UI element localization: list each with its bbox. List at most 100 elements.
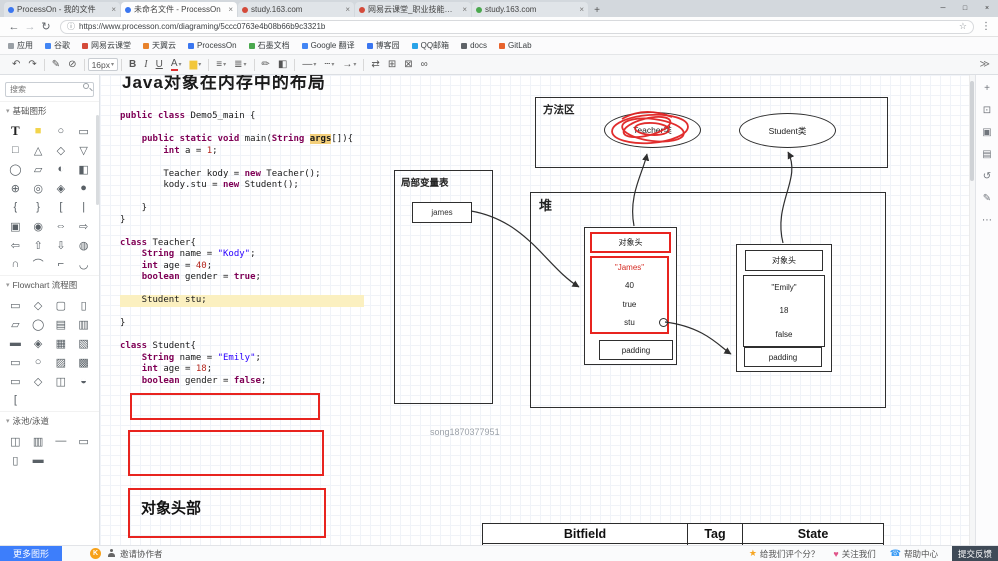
new-tab-button[interactable]: + [589, 3, 605, 17]
shape-item[interactable]: ○ [27, 353, 50, 371]
canvas-vertical-scrollbar[interactable] [969, 75, 975, 545]
shape-item[interactable]: ◯ [27, 315, 50, 333]
shape-item[interactable]: ▭ [72, 432, 95, 450]
teacher-object[interactable]: 对象头 "James" 40 true stu padding [584, 227, 677, 365]
shape-item[interactable]: ▯ [4, 451, 27, 469]
minimize-window-button[interactable]: ─ [932, 0, 954, 17]
more-shapes-button[interactable]: 更多图形 [0, 546, 62, 561]
browser-tab[interactable]: study.163.com × [238, 2, 354, 17]
shape-item[interactable]: ▭ [4, 372, 27, 390]
bookmark-item[interactable]: 谷歌 [45, 40, 70, 51]
shape-item[interactable]: ▩ [72, 353, 95, 371]
toolbar-vertical-align-button[interactable]: ≣ ▾ [230, 57, 250, 73]
student-object[interactable]: 对象头 "Emily" 18 false padding [736, 244, 832, 372]
table-column[interactable]: Bitfield [483, 524, 688, 545]
toolbar-undo-button[interactable]: ↶ [8, 57, 24, 73]
pan-icon[interactable]: + [979, 81, 995, 95]
bookmark-item[interactable]: Google 翻译 [301, 40, 355, 51]
shape-item[interactable]: | [72, 198, 95, 216]
rate-us-button[interactable]: ★ 给我们评个分？ [749, 548, 820, 560]
shape-item[interactable]: ⇧ [27, 236, 50, 254]
shape-item[interactable]: ▭ [4, 296, 27, 314]
tab-close-icon[interactable]: × [462, 5, 467, 14]
red-annotation-box-1[interactable] [130, 393, 320, 420]
toolbar-bold-button[interactable]: B [125, 57, 140, 73]
shape-item[interactable]: ◯ [4, 160, 27, 178]
toolbar-line-color-button[interactable]: ✏ [258, 57, 274, 73]
shape-item[interactable]: ▬ [4, 334, 27, 352]
collapse-toolbar-icon[interactable]: ≫ [980, 59, 990, 70]
local-variable-table[interactable]: 局部变量表 james [394, 170, 493, 404]
forward-button[interactable]: → [22, 21, 38, 33]
toolbar-highlight-color-button[interactable]: ▆ ▾ [186, 57, 206, 73]
submit-feedback-button[interactable]: 提交反馈 [952, 545, 998, 561]
diagram-canvas[interactable]: Java对象在内存中的布局 public class Demo5_main { … [100, 75, 975, 545]
bitfield-table[interactable]: Bitfield Tag State [482, 523, 884, 545]
toolbar-font-size-button[interactable]: 16px ▾ [87, 58, 119, 71]
red-annotation-box-2[interactable] [128, 430, 324, 476]
shape-item[interactable]: ⇩ [50, 236, 73, 254]
toolbar-align-button[interactable]: ≡ ▾ [212, 57, 230, 73]
shape-item[interactable]: ◎ [27, 179, 50, 197]
toolbar-snap-grid-button[interactable]: ⊞ [384, 57, 400, 73]
toolbar-link-button[interactable]: ∞ [417, 57, 432, 73]
shape-item[interactable]: ■ [27, 122, 50, 140]
shape-item[interactable]: ▭ [72, 122, 95, 140]
shape-item[interactable]: ▱ [27, 160, 50, 178]
teacher-class-ellipse[interactable]: Teacher类 [604, 112, 701, 148]
student-object-header[interactable]: 对象头 [745, 250, 823, 271]
search-input[interactable] [5, 82, 94, 97]
fit-screen-icon[interactable]: ⊡ [979, 103, 995, 117]
shape-item[interactable]: ∩ [4, 255, 27, 273]
red-annotation-box-3[interactable]: 对象头部 [128, 488, 326, 538]
support-badge-icon[interactable]: K [90, 548, 101, 559]
shape-item[interactable]: ◫ [4, 432, 27, 450]
shape-item[interactable]: ▨ [50, 353, 73, 371]
sidebar-section-header[interactable]: ▾ 泳池/泳道 [0, 411, 99, 430]
history-icon[interactable]: ↺ [979, 169, 995, 183]
sidebar-scrollbar[interactable] [96, 115, 99, 205]
shape-item[interactable]: [ [4, 391, 27, 409]
student-class-ellipse[interactable]: Student类 [739, 113, 836, 148]
toolbar-format-painter-button[interactable]: ✎ [48, 57, 64, 73]
shape-item[interactable]: ▯ [72, 296, 95, 314]
object-field[interactable]: "Emily" [744, 276, 824, 299]
code-block[interactable]: public class Demo5_main { public static … [120, 111, 364, 387]
object-field[interactable]: stu [592, 314, 668, 333]
shape-item[interactable]: ▤ [50, 315, 73, 333]
toolbar-redo-button[interactable]: ↷ [24, 57, 40, 73]
shape-item[interactable]: T [4, 122, 27, 140]
shape-item[interactable]: { [4, 198, 27, 216]
shape-item[interactable]: ▦ [50, 334, 73, 352]
notes-icon[interactable]: ✎ [979, 191, 995, 205]
toolbar-underline-button[interactable]: U [152, 57, 167, 73]
table-column[interactable]: Tag [688, 524, 743, 545]
shape-item[interactable]: ◡ [72, 255, 95, 273]
teacher-object-padding[interactable]: padding [599, 340, 673, 360]
shape-item[interactable]: [ [50, 198, 73, 216]
student-object-padding[interactable]: padding [744, 347, 822, 367]
tab-close-icon[interactable]: × [345, 5, 350, 14]
shape-item[interactable]: ◍ [72, 236, 95, 254]
bookmark-item[interactable]: 网易云课堂 [82, 40, 131, 51]
shape-item[interactable]: ○ [50, 122, 73, 140]
object-field[interactable]: "James" [592, 258, 667, 277]
tab-close-icon[interactable]: × [111, 5, 116, 14]
shape-item[interactable]: ⌒ [27, 255, 50, 273]
shape-item[interactable]: ● [72, 179, 95, 197]
tab-close-icon[interactable]: × [228, 5, 233, 14]
browser-tab[interactable]: study.163.com × [472, 2, 588, 17]
object-field[interactable]: false [744, 323, 824, 346]
toolbar-line-style-button[interactable]: ┄ ▾ [320, 57, 338, 73]
toolbar-fill-color-button[interactable]: ◧ [274, 57, 291, 73]
shape-item[interactable]: ◇ [50, 141, 73, 159]
shape-item[interactable]: ▧ [72, 334, 95, 352]
shape-item[interactable]: ⇦ [4, 236, 27, 254]
teacher-object-header[interactable]: 对象头 [590, 232, 671, 253]
shape-item[interactable]: ▬ [27, 451, 50, 469]
method-area[interactable]: 方法区 Teacher类 Student类 [535, 97, 888, 168]
pages-icon[interactable]: ▣ [979, 125, 995, 139]
toolbar-lock-button[interactable]: ⊠ [400, 57, 416, 73]
object-field[interactable]: 18 [744, 299, 824, 322]
copy-icon[interactable]: ▤ [979, 147, 995, 161]
